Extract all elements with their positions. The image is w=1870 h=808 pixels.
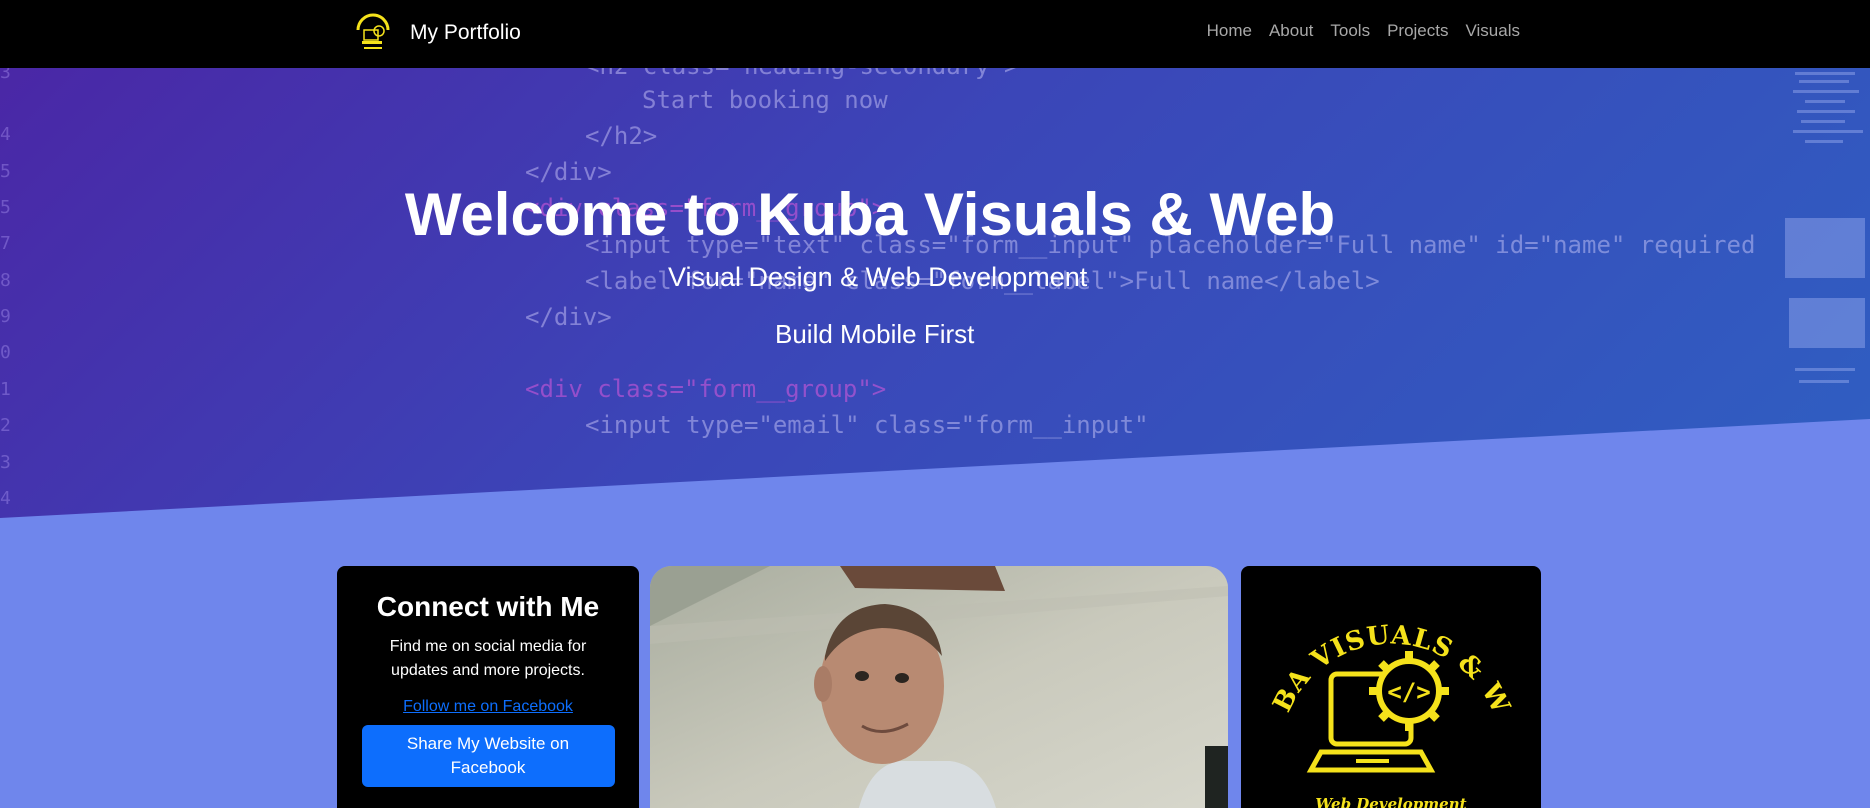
brand-logo-card: KUBA VISUALS & WEB </> Web Development (1229, 543, 1541, 808)
nav-link-about[interactable]: About (1269, 21, 1313, 41)
logo-caption: Web Development (1315, 795, 1466, 808)
hero-tagline: Build Mobile First (775, 319, 975, 349)
code-minimap (1785, 72, 1865, 383)
brand-logo-icon (351, 11, 395, 55)
line-number: 0 (0, 342, 11, 363)
line-number: 9 (0, 306, 11, 327)
profile-photo-image (650, 566, 1228, 808)
connect-description: Find me on social media for updates and … (389, 638, 587, 679)
nav-links: Home About Tools Projects Visuals (1190, 0, 1520, 62)
brand-link[interactable]: My Portfolio (350, 10, 521, 56)
line-number: 2 (0, 415, 11, 436)
line-number-gutter: 3 4 5 5 7 8 9 0 1 2 3 4 (0, 68, 30, 518)
connect-card: Connect with Me Find me on social media … (337, 566, 639, 808)
nav-link-projects[interactable]: Projects (1387, 21, 1448, 41)
code-line: </div> (525, 303, 612, 331)
facebook-follow-link[interactable]: Follow me on Facebook (337, 698, 639, 716)
line-number: 8 (0, 270, 11, 291)
profile-photo (650, 566, 1228, 808)
nav-link-home[interactable]: Home (1207, 21, 1252, 41)
code-line: <input type="email" class="form__input" (585, 411, 1149, 439)
hero-title: Welcome to Kuba Visuals & Web (404, 181, 1336, 248)
top-navbar: My Portfolio Home About Tools Projects V… (0, 0, 1870, 68)
code-line: Start booking now (642, 86, 888, 114)
kuba-logo-icon: KUBA VISUALS & WEB </> Web Development (1229, 543, 1515, 808)
svg-text:</>: </> (1387, 678, 1430, 706)
nav-link-tools[interactable]: Tools (1330, 21, 1370, 41)
code-background: 3 4 5 5 7 8 9 0 1 2 3 4 <h2 class="headi… (0, 68, 1870, 518)
line-number: 5 (0, 161, 11, 182)
code-line: </h2> (585, 122, 658, 150)
line-number: 4 (0, 124, 11, 145)
line-number: 3 (0, 452, 11, 473)
hero-subtitle: Visual Design & Web Development (668, 262, 1088, 292)
code-line: <h2 class="heading-secondary"> (585, 68, 1018, 80)
connect-title: Connect with Me (376, 591, 600, 622)
line-number: 1 (0, 379, 11, 400)
line-number: 4 (0, 488, 11, 509)
code-line: <div class="form__group"> (525, 375, 887, 403)
brand-title: My Portfolio (410, 21, 521, 44)
line-number: 3 (0, 68, 11, 83)
hero-section: 3 4 5 5 7 8 9 0 1 2 3 4 <h2 class="headi… (0, 68, 1870, 518)
nav-link-visuals[interactable]: Visuals (1466, 21, 1521, 41)
share-facebook-button[interactable]: Share My Website on Facebook (361, 725, 615, 787)
